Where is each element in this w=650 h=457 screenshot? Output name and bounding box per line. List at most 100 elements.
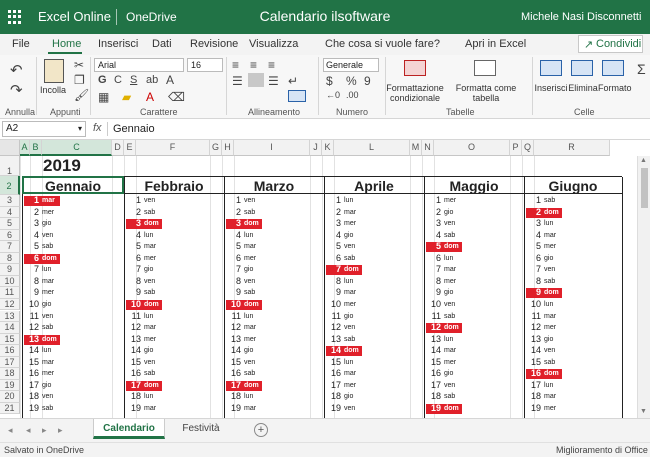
day-name[interactable]: mer [40, 208, 54, 218]
day-number[interactable]: 10 [524, 299, 542, 310]
day-number[interactable]: 16 [22, 368, 40, 379]
day-name[interactable]: mer [542, 404, 556, 414]
day-name[interactable]: ven [142, 196, 155, 206]
day-name[interactable]: mer [442, 277, 456, 287]
day-number[interactable]: 1 [124, 195, 142, 206]
day-name[interactable]: dom [542, 369, 559, 379]
day-name[interactable]: ven [342, 323, 355, 333]
user-name[interactable]: Michele Nasi [521, 11, 584, 23]
column-header-c[interactable]: C [42, 140, 112, 156]
day-number[interactable]: 1 [324, 195, 342, 206]
day-number[interactable]: 17 [124, 380, 142, 391]
day-name[interactable]: gio [40, 381, 51, 391]
day-name[interactable]: gio [342, 312, 353, 322]
row-header-11[interactable]: 11 [0, 287, 20, 299]
share-button[interactable]: ↗ Condividi [578, 35, 643, 53]
day-name[interactable]: dom [442, 323, 459, 333]
day-number[interactable]: 12 [524, 322, 542, 333]
tab-view[interactable]: Visualizza [249, 38, 298, 50]
day-name[interactable]: mar [40, 196, 55, 206]
day-number[interactable]: 5 [424, 241, 442, 252]
day-number[interactable]: 9 [524, 287, 542, 298]
day-number[interactable]: 4 [524, 230, 542, 241]
day-name[interactable]: mer [342, 219, 356, 229]
day-name[interactable]: mer [142, 254, 156, 264]
day-name[interactable]: sab [40, 323, 53, 333]
day-number[interactable]: 12 [124, 322, 142, 333]
day-name[interactable]: sab [242, 208, 255, 218]
day-number[interactable]: 9 [22, 287, 40, 298]
scroll-up-icon[interactable]: ▲ [640, 157, 647, 164]
day-name[interactable]: gio [40, 300, 51, 310]
day-number[interactable]: 4 [324, 230, 342, 241]
day-name[interactable]: ven [142, 358, 155, 368]
day-name[interactable]: sab [40, 242, 53, 252]
merge-cells-icon[interactable] [288, 90, 306, 102]
day-number[interactable]: 2 [224, 207, 242, 218]
day-name[interactable]: mar [242, 242, 256, 252]
column-header-q[interactable]: Q [522, 140, 534, 156]
day-name[interactable]: gio [242, 265, 253, 275]
day-number[interactable]: 19 [22, 403, 40, 414]
day-name[interactable]: sab [542, 196, 555, 206]
day-number[interactable]: 15 [124, 357, 142, 368]
day-number[interactable]: 8 [424, 276, 442, 287]
day-number[interactable]: 5 [524, 241, 542, 252]
day-name[interactable]: gio [40, 219, 51, 229]
day-number[interactable]: 11 [524, 311, 542, 322]
day-number[interactable]: 15 [524, 357, 542, 368]
year-title[interactable]: 2019 [43, 156, 81, 176]
row-header-15[interactable]: 15 [0, 333, 20, 346]
tab-data[interactable]: Dati [152, 38, 172, 50]
day-name[interactable]: dom [442, 404, 459, 414]
day-name[interactable]: mer [242, 335, 256, 345]
day-name[interactable]: lun [142, 312, 153, 322]
column-header-h[interactable]: H [222, 140, 234, 156]
day-name[interactable]: sab [142, 369, 155, 379]
day-name[interactable]: ven [542, 346, 555, 356]
day-number[interactable]: 17 [22, 380, 40, 391]
day-name[interactable]: dom [142, 300, 159, 310]
day-number[interactable]: 5 [124, 241, 142, 252]
delete-cells-button[interactable]: Elimina [568, 83, 598, 93]
day-name[interactable]: lun [242, 231, 253, 241]
day-name[interactable]: mer [242, 254, 256, 264]
day-name[interactable]: mer [40, 369, 54, 379]
day-number[interactable]: 13 [524, 334, 542, 345]
paste-button[interactable]: Incolla [40, 85, 66, 95]
day-name[interactable]: mer [342, 381, 356, 391]
day-number[interactable]: 12 [324, 322, 342, 333]
day-number[interactable]: 8 [22, 276, 40, 287]
month-name[interactable]: Maggio [424, 178, 524, 194]
day-name[interactable]: mar [242, 323, 256, 333]
day-number[interactable]: 12 [22, 322, 40, 333]
day-name[interactable]: lun [542, 219, 553, 229]
day-number[interactable]: 19 [524, 403, 542, 414]
day-number[interactable]: 8 [224, 276, 242, 287]
day-name[interactable]: lun [342, 196, 353, 206]
day-name[interactable]: gio [142, 265, 153, 275]
tab-file[interactable]: File [12, 38, 30, 50]
tab-insert[interactable]: Inserisci [98, 38, 138, 50]
borders-icon[interactable]: ▦ [98, 90, 109, 104]
formula-input[interactable]: Gennaio [113, 123, 155, 135]
day-number[interactable]: 6 [324, 253, 342, 264]
prev-sheet-icon[interactable]: ◂ [26, 425, 31, 436]
day-number[interactable]: 19 [424, 403, 442, 414]
day-name[interactable]: mar [342, 369, 356, 379]
day-number[interactable]: 2 [424, 207, 442, 218]
day-number[interactable]: 10 [424, 299, 442, 310]
strikethrough-icon[interactable]: ab [146, 74, 158, 86]
day-name[interactable]: ven [342, 404, 355, 414]
row-header-13[interactable]: 13 [0, 310, 20, 323]
sum-icon[interactable]: Σ [637, 61, 646, 77]
row-header-12[interactable]: 12 [0, 298, 20, 311]
day-number[interactable]: 3 [324, 218, 342, 229]
day-number[interactable]: 18 [324, 391, 342, 402]
day-name[interactable]: ven [542, 265, 555, 275]
day-name[interactable]: mer [142, 335, 156, 345]
day-number[interactable]: 5 [324, 241, 342, 252]
spreadsheet-grid[interactable]: A B C D E F G H I J K L M N O P Q R 1 2 3 4 5 6 7 8 9 10 11 12 13 14 15 1… [0, 140, 650, 418]
select-all-corner[interactable] [0, 140, 20, 156]
day-name[interactable]: ven [342, 242, 355, 252]
